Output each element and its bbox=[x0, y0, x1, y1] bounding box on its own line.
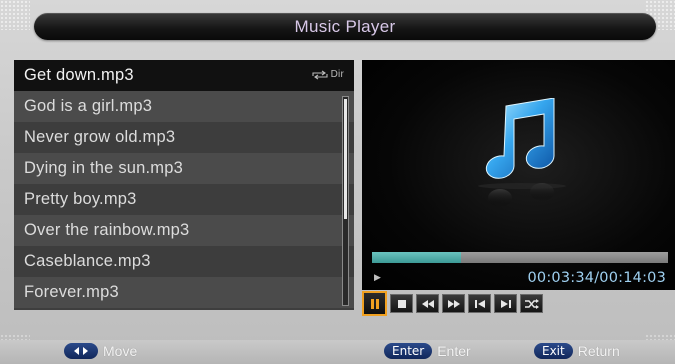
enter-key-badge: Enter bbox=[384, 343, 433, 359]
playlist-item-label: Pretty boy.mp3 bbox=[24, 190, 137, 208]
playlist-item[interactable]: Dying in the sun.mp3 bbox=[14, 153, 354, 184]
stop-button[interactable] bbox=[390, 294, 413, 313]
playlist-item[interactable]: Forever.mp3 bbox=[14, 277, 354, 308]
enter-hint: Enter Enter bbox=[384, 343, 471, 359]
previous-track-icon bbox=[474, 299, 485, 308]
arrow-keys-badge bbox=[64, 343, 98, 359]
next-track-button[interactable] bbox=[494, 294, 517, 313]
playlist-item-label: Never grow old.mp3 bbox=[24, 128, 176, 146]
playlist-item[interactable]: Pretty boy.mp3 bbox=[14, 184, 354, 215]
playlist-item[interactable]: Caseblance.mp3 bbox=[14, 246, 354, 277]
exit-hint: Exit Return bbox=[534, 343, 620, 359]
playlist-item-label: Dying in the sun.mp3 bbox=[24, 159, 184, 177]
playlist-item-label: Get down.mp3 bbox=[24, 66, 134, 84]
pause-icon bbox=[370, 298, 379, 309]
playlist-item[interactable]: God is a girl.mp3 bbox=[14, 91, 354, 122]
pause-button[interactable] bbox=[362, 291, 387, 316]
playback-controls bbox=[362, 291, 543, 316]
playlist-item[interactable]: Over the rainbow.mp3 bbox=[14, 215, 354, 246]
play-state-icon: ▶ bbox=[374, 272, 381, 282]
left-right-arrows-icon bbox=[74, 347, 88, 355]
fast-forward-icon bbox=[447, 299, 460, 308]
repeat-mode-label: Dir bbox=[330, 69, 344, 80]
music-note-icon bbox=[474, 97, 574, 228]
playlist-item-label: God is a girl.mp3 bbox=[24, 97, 153, 115]
playlist-item[interactable]: Never grow old.mp3 bbox=[14, 122, 354, 153]
page-title: Music Player bbox=[294, 16, 396, 36]
rewind-button[interactable] bbox=[416, 294, 439, 313]
exit-hint-label: Return bbox=[577, 343, 620, 359]
scrollbar-thumb[interactable] bbox=[344, 99, 347, 219]
exit-key-badge: Exit bbox=[534, 343, 573, 359]
repeat-icon bbox=[312, 70, 328, 79]
playlist-item-label: Forever.mp3 bbox=[24, 283, 119, 301]
playlist: Get down.mp3 Dir God is a girl.mp3 Never… bbox=[14, 60, 354, 310]
playback-time: 00:03:34/00:14:03 bbox=[527, 270, 666, 286]
shuffle-button[interactable] bbox=[520, 294, 543, 313]
previous-track-button[interactable] bbox=[468, 294, 491, 313]
move-hint: Move bbox=[64, 343, 137, 359]
move-hint-label: Move bbox=[103, 343, 138, 359]
repeat-mode-indicator[interactable]: Dir bbox=[311, 69, 344, 80]
fast-forward-button[interactable] bbox=[442, 294, 465, 313]
rewind-icon bbox=[421, 299, 434, 308]
next-track-icon bbox=[500, 299, 511, 308]
stop-icon bbox=[397, 299, 406, 308]
playlist-scrollbar[interactable] bbox=[342, 96, 349, 306]
playlist-item[interactable]: Get down.mp3 Dir bbox=[14, 60, 354, 91]
progress-fill bbox=[372, 252, 461, 263]
title-bar: Music Player bbox=[34, 13, 656, 40]
shuffle-icon bbox=[524, 298, 539, 309]
playlist-item-label: Over the rainbow.mp3 bbox=[24, 221, 190, 239]
corner-pattern bbox=[0, 0, 30, 30]
enter-hint-label: Enter bbox=[437, 343, 471, 359]
playlist-item-label: Caseblance.mp3 bbox=[24, 252, 151, 270]
playback-progress-bar[interactable] bbox=[372, 252, 668, 263]
